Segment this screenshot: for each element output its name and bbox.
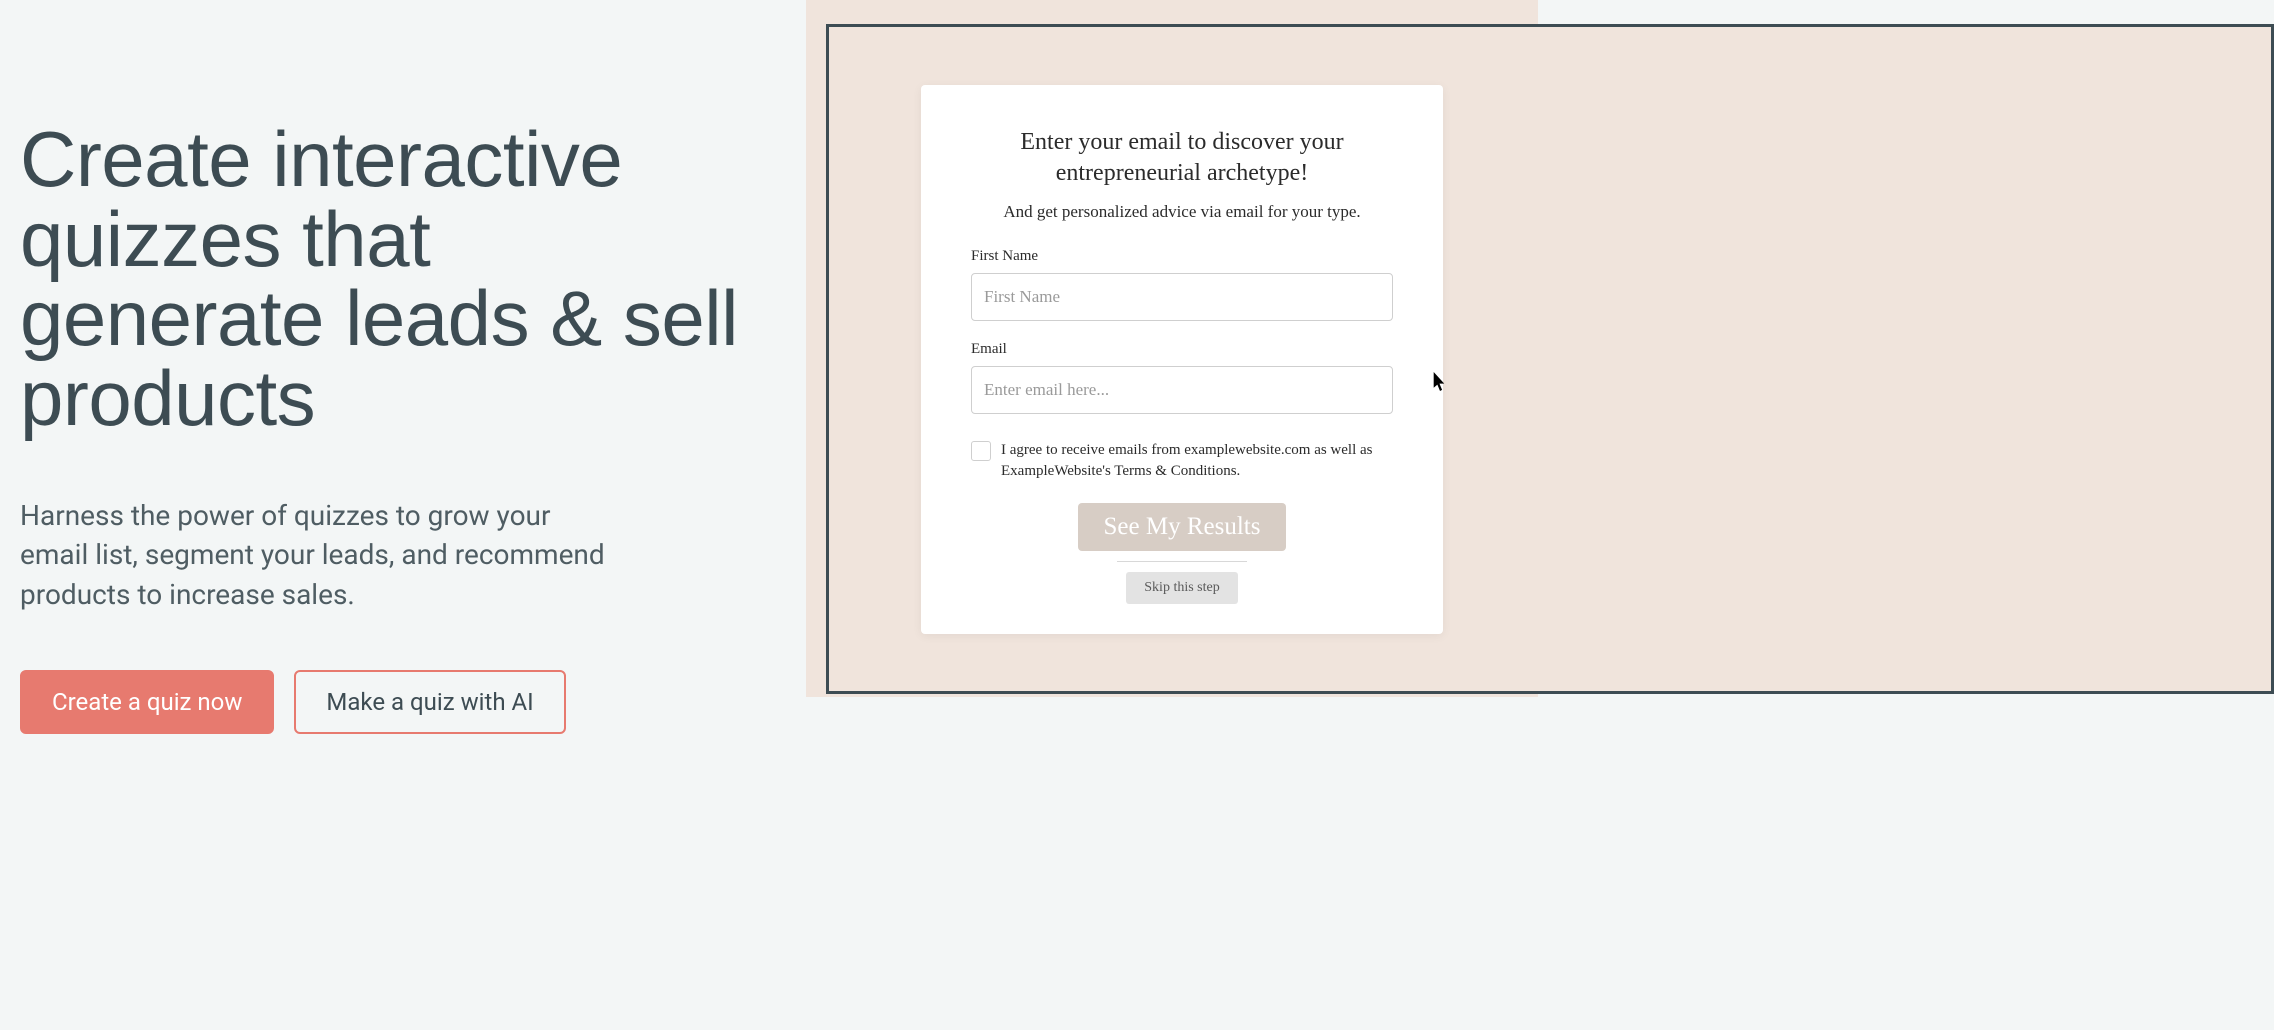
first-name-label: First Name [971,248,1393,265]
agree-checkbox[interactable] [971,441,991,461]
hero-headline: Create interactive quizzes that generate… [20,120,746,438]
first-name-input[interactable] [971,273,1393,321]
email-input[interactable] [971,366,1393,414]
make-quiz-ai-button[interactable]: Make a quiz with AI [294,670,565,734]
page-root: Create interactive quizzes that generate… [0,0,2274,1030]
form-subtitle: And get personalized advice via email fo… [971,202,1393,222]
email-label: Email [971,341,1393,358]
agree-text: I agree to receive emails from examplewe… [1001,440,1393,481]
hero-subhead: Harness the power of quizzes to grow you… [20,496,620,614]
lead-form-card: Enter your email to discover your entrep… [921,85,1443,634]
see-results-button[interactable]: See My Results [1078,503,1287,551]
screenshot-frame: Enter your email to discover your entrep… [826,24,2274,694]
skip-step-button[interactable]: Skip this step [1126,572,1237,604]
form-divider [1117,561,1247,562]
create-quiz-button[interactable]: Create a quiz now [20,670,274,734]
hero-column: Create interactive quizzes that generate… [0,0,806,1030]
preview-column: Enter your email to discover your entrep… [806,0,2274,1030]
form-title: Enter your email to discover your entrep… [971,127,1393,188]
cta-row: Create a quiz now Make a quiz with AI [20,670,746,734]
agree-row: I agree to receive emails from examplewe… [971,440,1393,481]
